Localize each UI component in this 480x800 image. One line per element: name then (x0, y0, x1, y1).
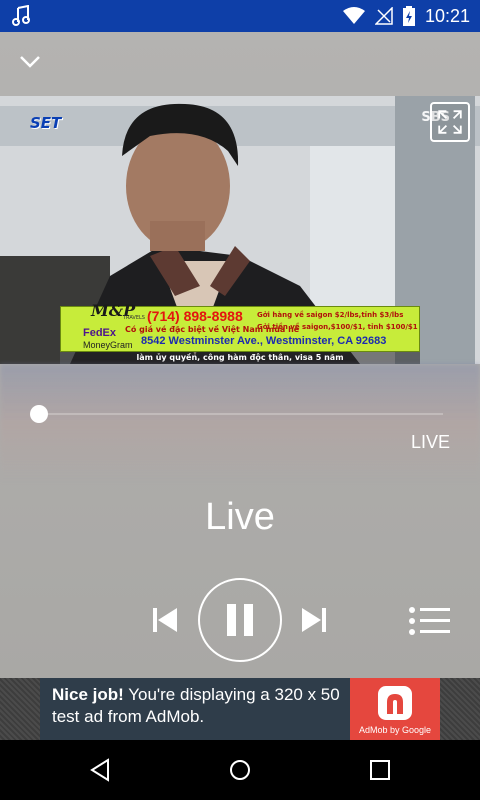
admob-logo-icon (378, 686, 412, 720)
music-note-icon (12, 5, 30, 26)
playback-controls (0, 578, 480, 668)
tv-ad-brand-sub: TRAVELS (123, 315, 145, 321)
admob-banner[interactable]: Nice job! You're displaying a 320 x 50 t… (0, 678, 480, 740)
live-indicator: LIVE (410, 432, 450, 452)
no-signal-icon (374, 7, 393, 25)
pause-button[interactable] (198, 578, 282, 662)
seek-thumb[interactable] (30, 405, 48, 423)
video-player[interactable]: SET SBS M&P TRAVELS (714) 898-8988 Gởi h… (0, 96, 480, 364)
navigation-bar (0, 740, 480, 800)
tv-ad-line-right1: Gởi hàng về saigon $2/lbs,tỉnh $3/lbs (257, 311, 404, 319)
previous-icon[interactable] (150, 605, 180, 635)
admob-message: Nice job! You're displaying a 320 x 50 t… (52, 684, 350, 728)
wifi-icon (342, 7, 365, 24)
battery-charging-icon (402, 6, 415, 26)
admob-logo[interactable]: AdMob by Google (350, 678, 440, 740)
status-bar: 10:21 (0, 0, 480, 32)
tv-ad-footer: làm ủy quyền, công hàm độc thân, visa 5 … (136, 353, 344, 362)
back-icon[interactable] (86, 756, 114, 784)
seek-bar[interactable] (38, 413, 443, 415)
player-screen: SET SBS M&P TRAVELS (714) 898-8988 Gởi h… (0, 32, 480, 678)
blurred-backdrop (0, 364, 480, 484)
tv-ad-moneygram: MoneyGram (83, 340, 133, 350)
recents-icon[interactable] (366, 756, 394, 784)
next-icon[interactable] (299, 605, 329, 635)
collapse-chevron-icon[interactable] (16, 50, 44, 74)
tv-ad-footer-strip: làm ủy quyền, công hàm độc thân, visa 5 … (60, 352, 420, 364)
tv-ad-address: 8542 Westminster Ave., Westminster, CA 9… (141, 335, 387, 347)
home-icon[interactable] (226, 756, 254, 784)
admob-caption: AdMob by Google (358, 725, 432, 735)
pause-icon (227, 604, 253, 636)
tv-ad-overlay: M&P TRAVELS (714) 898-8988 Gởi hàng về s… (60, 301, 420, 352)
tv-ad-phone: (714) 898-8988 (147, 308, 243, 324)
tv-ad-line1: Có giá vé đặc biệt về Việt Nam mùa hè (125, 325, 300, 334)
channel-logo: SET (30, 114, 62, 132)
admob-bold: Nice job! (52, 685, 124, 704)
track-title: Live (205, 496, 275, 538)
playlist-icon[interactable] (408, 606, 452, 636)
admob-panel[interactable]: Nice job! You're displaying a 320 x 50 t… (40, 678, 440, 740)
fullscreen-exit-icon[interactable] (430, 102, 470, 142)
tv-ad-fedex: FedEx (83, 327, 117, 339)
status-time: 10:21 (424, 5, 470, 26)
